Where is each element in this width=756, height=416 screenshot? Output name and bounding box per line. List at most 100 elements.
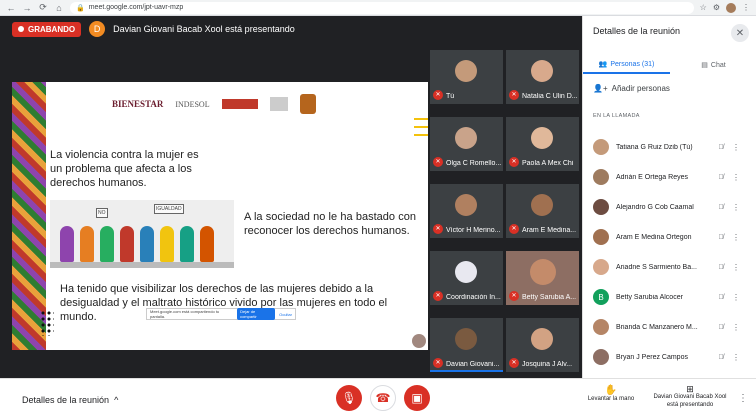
participant-tile[interactable]: ✕ Olga C Romello... [430, 117, 503, 171]
participant-row[interactable]: Ariadne S Sarmiento Ba... 🎙̸ ⋮ [583, 252, 756, 282]
mic-off-icon: 🎙 [341, 391, 357, 405]
mic-off-icon: ✕ [433, 90, 443, 100]
close-panel-button[interactable]: ✕ [731, 24, 749, 42]
tab-chat[interactable]: ▤ Chat [670, 56, 756, 74]
participant-name: Aram E Medina... [522, 227, 577, 234]
participant-tile[interactable]: ✕ Davian Giovani... [430, 318, 503, 372]
recording-badge[interactable]: GRABANDO [12, 21, 82, 37]
forward-icon[interactable]: → [22, 3, 32, 13]
tab-people-label: Personas (31) [610, 60, 655, 68]
browser-menu-icon[interactable]: ⋮ [742, 3, 750, 12]
star-icon[interactable]: ☆ [700, 3, 707, 12]
participant-avatar [531, 60, 553, 82]
yellow-accent-line [414, 118, 428, 120]
yellow-accent-line [414, 134, 428, 136]
figure [160, 226, 174, 262]
more-options-icon[interactable]: ⋮ [730, 233, 742, 242]
participant-row[interactable]: Aram E Medina Ortegon 🎙̸ ⋮ [583, 222, 756, 252]
profile-avatar[interactable] [726, 2, 736, 13]
extension-icon[interactable]: ⚙ [713, 3, 720, 12]
presenting-button[interactable]: ⊞ Davian Giovani Bacab Xool está present… [648, 385, 732, 409]
figure [100, 226, 114, 262]
participant-row[interactable]: Alejandro G Cob Caamal 🎙̸ ⋮ [583, 192, 756, 222]
more-options-icon[interactable]: ⋮ [730, 323, 742, 332]
chat-icon: ▤ [701, 62, 708, 69]
participant-row[interactable]: Adrián E Ortega Reyes 🎙̸ ⋮ [583, 162, 756, 192]
bottom-controls: Detalles de la reunión ^ 🎙 ☎ ▣ ✋ Levanta… [0, 378, 756, 416]
participant-name: Josquina J Alv... [522, 361, 573, 368]
participant-avatar [455, 261, 477, 283]
participant-avatar [531, 194, 553, 216]
shared-slide: BIENESTAR INDESOL La violencia contra la… [12, 82, 428, 350]
more-options-icon[interactable]: ⋮ [730, 173, 742, 182]
section-heading: EN LA LLAMADA [593, 113, 640, 119]
home-icon[interactable]: ⌂ [54, 3, 64, 13]
yellow-accent-line [414, 126, 428, 128]
stage-header: GRABANDO D Davian Giovani Bacab Xool est… [0, 16, 582, 42]
slide-text-1: La violencia contra la mujer es un probl… [50, 149, 199, 189]
participant-row[interactable]: Brianda C Manzanero M... 🎙̸ ⋮ [583, 312, 756, 342]
participant-tile[interactable]: ✕ Josquina J Alv... [506, 318, 579, 372]
figure [140, 226, 154, 262]
participant-name: Betty Sarubia A... [522, 294, 577, 301]
back-icon[interactable]: ← [6, 3, 16, 13]
hide-share-bar-button[interactable]: Ocultar [279, 312, 292, 317]
logo-indesol: INDESOL [175, 99, 210, 109]
participant-tile[interactable]: ✕ Coordinación In... [430, 251, 503, 305]
participant-name: Paola A Mex Chi [522, 160, 574, 167]
more-options-icon[interactable]: ⋮ [730, 353, 742, 362]
participant-row[interactable]: Bryan J Perez Campos 🎙̸ ⋮ [583, 342, 756, 372]
mic-off-icon: 🎙̸ [718, 143, 724, 151]
raise-hand-button[interactable]: ✋ Levantar la mano [584, 385, 638, 402]
mic-toggle-button[interactable]: 🎙 [336, 385, 362, 411]
participant-tile[interactable]: ✕ Víctor H Merino... [430, 184, 503, 238]
more-options-icon[interactable]: ⋮ [730, 263, 742, 272]
tab-people[interactable]: 👥 Personas (31) [583, 56, 670, 74]
mic-off-icon: 🎙̸ [718, 233, 724, 241]
presenting-label: Davian Giovani Bacab Xool está presentan… [653, 394, 727, 408]
more-options-icon[interactable]: ⋮ [730, 293, 742, 302]
camera-toggle-button[interactable]: ▣ [404, 385, 430, 411]
participant-name: Tatiana G Ruiz Dzib (Tú) [616, 143, 693, 151]
meeting-stage: GRABANDO D Davian Giovani Bacab Xool est… [0, 16, 582, 378]
participant-name: Adrián E Ortega Reyes [616, 173, 688, 181]
more-options-icon[interactable]: ⋮ [730, 203, 742, 212]
participant-name: Olga C Romello... [446, 160, 502, 167]
participant-name: Coordinación In... [446, 294, 501, 301]
reload-icon[interactable]: ⟳ [38, 2, 48, 13]
chevron-up-icon: ^ [114, 395, 119, 405]
mic-off-icon: ✕ [509, 90, 519, 100]
mic-off-icon: ✕ [509, 157, 519, 167]
figure [120, 226, 134, 262]
mic-off-icon: ✕ [433, 291, 443, 301]
participant-tile[interactable]: ✕ Betty Sarubia A... [506, 251, 579, 305]
presenter-avatar: D [89, 21, 106, 37]
stop-sharing-button[interactable]: Dejar de compartir [237, 308, 276, 320]
participant-name: Brianda C Manzanero M... [616, 323, 698, 331]
participant-tile[interactable]: ✕ Natalia C Ulin D... [506, 50, 579, 104]
more-options-icon[interactable]: ⋮ [730, 143, 742, 152]
mic-off-icon: ✕ [509, 291, 519, 301]
address-bar[interactable]: 🔒 meet.google.com/jpt-uavr-mzp [70, 1, 694, 14]
participant-name: Aram E Medina Ortegon [616, 233, 692, 241]
participant-row[interactable]: B Betty Sarubia Alcocer 🎙̸ ⋮ [583, 282, 756, 312]
figure [80, 226, 94, 262]
presenter-status: Davian Giovani Bacab Xool está presentan… [113, 24, 295, 34]
participant-row[interactable]: Tatiana G Ruiz Dzib (Tú) 🎙̸ ⋮ [583, 132, 756, 162]
participant-tile[interactable]: ✕ Paola A Mex Chi [506, 117, 579, 171]
more-options-icon[interactable]: ⋮ [738, 393, 748, 404]
participant-name: Natalia C Ulin D... [522, 93, 578, 100]
record-dot-icon [18, 26, 24, 32]
participant-tile[interactable]: ✕ Tú [430, 50, 503, 104]
participant-avatar [531, 328, 553, 350]
figure [180, 226, 194, 262]
figure [60, 226, 74, 262]
add-people-button[interactable]: 👤+ Añadir personas [593, 84, 670, 93]
participant-tile[interactable]: ✕ Aram E Medina... [506, 184, 579, 238]
meeting-details-button[interactable]: Detalles de la reunión ^ [22, 395, 118, 405]
camera-off-icon: ▣ [411, 391, 423, 405]
leave-call-button[interactable]: ☎ [370, 385, 396, 411]
mic-off-icon: 🎙̸ [718, 203, 724, 211]
add-person-icon: 👤+ [593, 84, 608, 93]
logo-small [269, 97, 288, 111]
